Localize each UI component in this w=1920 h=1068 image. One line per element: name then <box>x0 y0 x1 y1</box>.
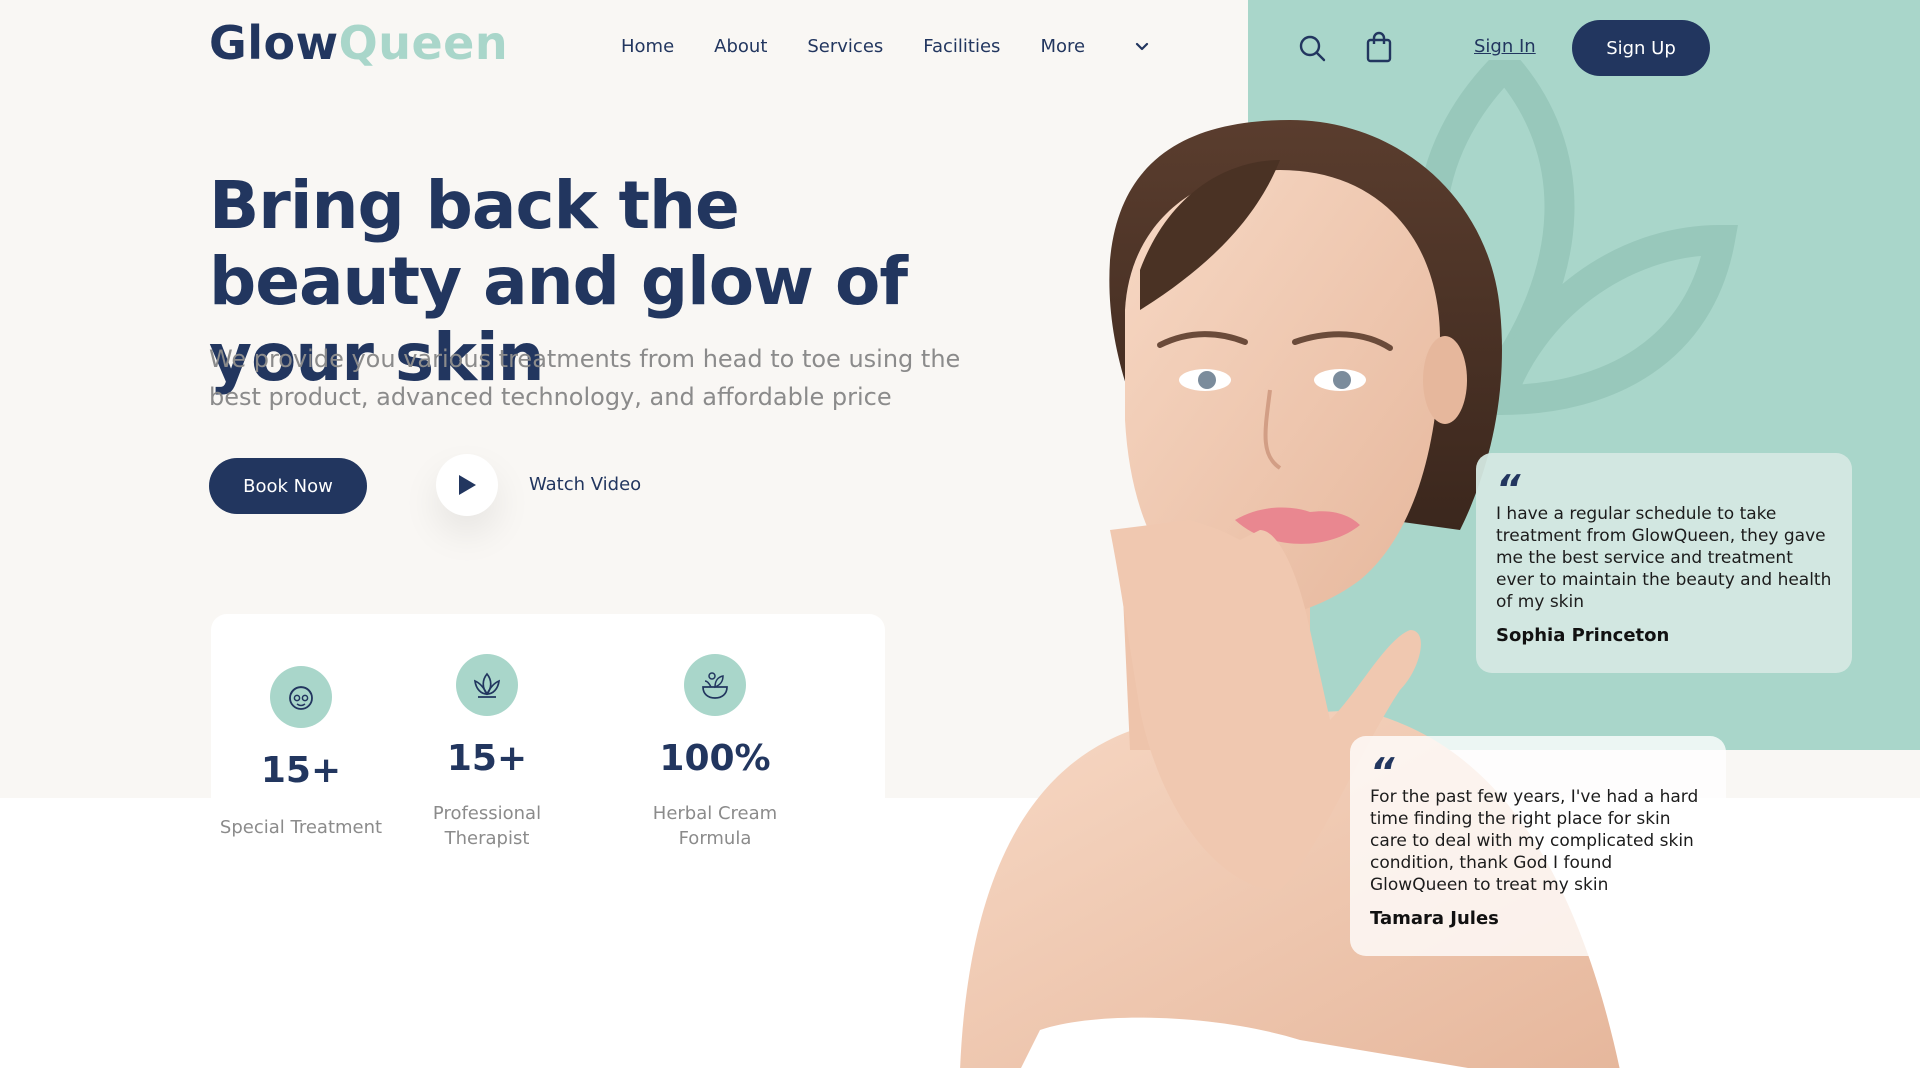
testimonial-author: Sophia Princeton <box>1496 625 1670 646</box>
stat-label: Professional Therapist <box>432 803 542 849</box>
nav-more[interactable]: More <box>1040 36 1085 57</box>
book-now-button[interactable]: Book Now <box>209 458 367 514</box>
testimonial-card: “ For the past few years, I've had a har… <box>1350 736 1726 956</box>
watch-video-link[interactable]: Watch Video <box>529 474 641 495</box>
stat-label: Herbal Cream Formula <box>652 803 778 849</box>
brand-logo-part1: Glow <box>209 16 339 70</box>
stats-card: 15+ Special Treatment 15+ Professional T… <box>211 614 885 864</box>
search-icon[interactable] <box>1298 34 1326 62</box>
stat-value: 100% <box>659 738 771 779</box>
nav-about[interactable]: About <box>714 36 767 57</box>
main-nav: Home About Services Facilities More <box>621 36 1151 57</box>
nav-facilities[interactable]: Facilities <box>923 36 1000 57</box>
stat-special-treatment: 15+ Special Treatment <box>211 666 391 840</box>
stat-professional-therapist: 15+ Professional Therapist <box>407 654 567 851</box>
lotus-icon <box>456 654 518 716</box>
sign-in-link[interactable]: Sign In <box>1474 36 1536 57</box>
play-video-button[interactable] <box>436 454 498 516</box>
sign-up-button[interactable]: Sign Up <box>1572 20 1710 76</box>
stat-label: Special Treatment <box>219 817 383 838</box>
face-mask-icon <box>270 666 332 728</box>
testimonial-card: “ I have a regular schedule to take trea… <box>1476 453 1852 673</box>
stat-value: 15+ <box>260 750 342 791</box>
stat-value: 15+ <box>446 738 528 779</box>
testimonial-author: Tamara Jules <box>1370 908 1499 929</box>
herbal-bowl-icon <box>684 654 746 716</box>
quote-icon: “ <box>1370 750 1395 794</box>
chevron-down-icon[interactable] <box>1133 38 1151 56</box>
brand-logo[interactable]: GlowQueen <box>209 16 508 70</box>
brand-logo-part2: Queen <box>338 16 509 70</box>
nav-home[interactable]: Home <box>621 36 674 57</box>
shopping-bag-icon[interactable] <box>1366 31 1392 63</box>
stat-herbal-cream: 100% Herbal Cream Formula <box>635 654 795 851</box>
quote-icon: “ <box>1496 467 1521 511</box>
testimonial-text: For the past few years, I've had a hard … <box>1370 787 1699 895</box>
testimonial-text: I have a regular schedule to take treatm… <box>1496 504 1832 612</box>
play-icon <box>459 475 476 495</box>
nav-services[interactable]: Services <box>807 36 883 57</box>
